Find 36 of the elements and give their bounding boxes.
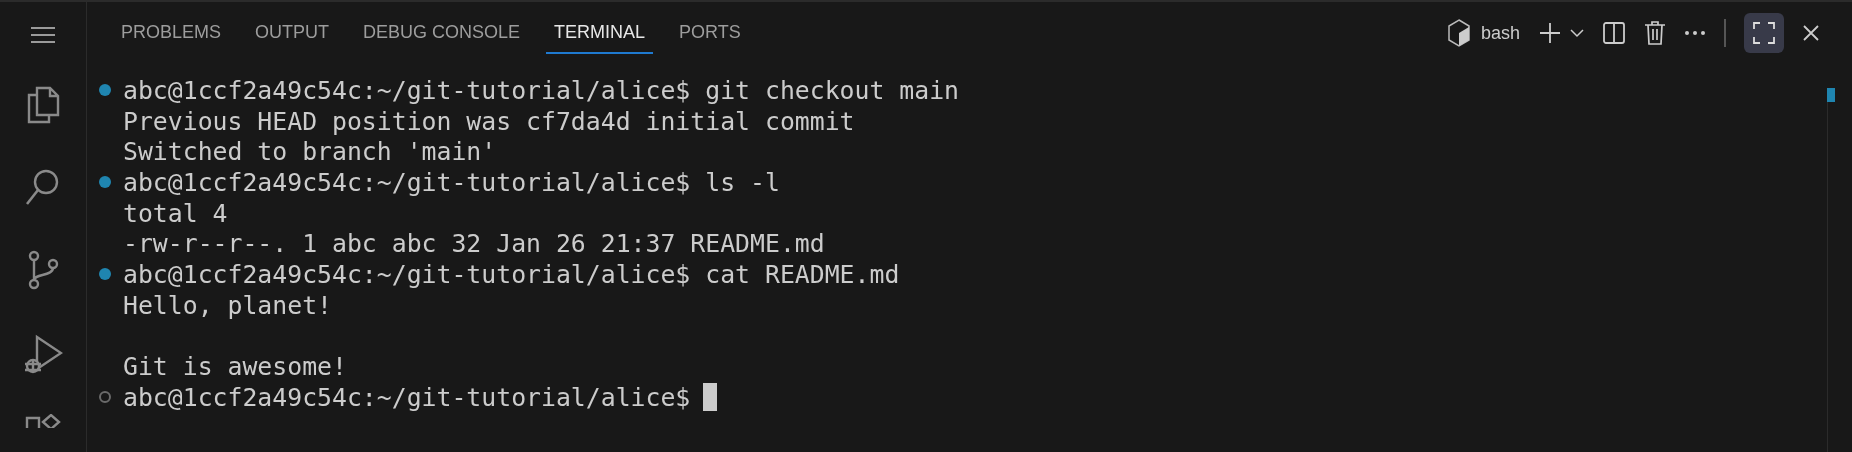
- panel-tab[interactable]: OUTPUT: [247, 12, 338, 54]
- scrollbar-marker: [1827, 88, 1835, 102]
- trash-icon[interactable]: [1644, 21, 1666, 45]
- prompt-line: abc@1ccf2a49c54c:~/git-tutorial/alice$: [123, 382, 691, 412]
- prompt-line: abc@1ccf2a49c54c:~/git-tutorial/alice$ ls -l: [123, 167, 780, 197]
- run-debug-icon[interactable]: [23, 334, 63, 374]
- split-icon[interactable]: [1602, 21, 1626, 45]
- output-line: -rw-r--r--. 1 abc abc 32 Jan 26 21:37 README.md: [123, 229, 825, 259]
- close-icon[interactable]: [1802, 24, 1820, 42]
- source-control-icon[interactable]: [26, 250, 60, 290]
- command-pending-circle[interactable]: [99, 391, 111, 404]
- panel-tab[interactable]: PROBLEMS: [113, 12, 230, 54]
- output-line: Switched to branch 'main': [123, 137, 497, 167]
- prompt-line: abc@1ccf2a49c54c:~/git-tutorial/alice$ cat README.md: [123, 259, 900, 289]
- maximize-panel-button[interactable]: [1744, 13, 1784, 53]
- output-line: Previous HEAD position was cf7da4d initial commit: [123, 106, 855, 136]
- terminal-shell-button[interactable]: bash: [1446, 19, 1520, 47]
- menu-icon[interactable]: [30, 26, 56, 44]
- command-success-dot[interactable]: [99, 268, 111, 281]
- output-line: Hello, planet!: [123, 290, 332, 320]
- panel-tab[interactable]: PORTS: [671, 12, 749, 54]
- plus-icon[interactable]: [1538, 21, 1562, 45]
- more-actions-icon[interactable]: [1684, 30, 1706, 36]
- terminal-cube-icon: [1446, 19, 1471, 47]
- panel-tab[interactable]: DEBUG CONSOLE: [355, 12, 529, 54]
- command-success-dot[interactable]: [99, 84, 111, 97]
- files-icon[interactable]: [26, 86, 60, 124]
- output-line: Git is awesome!: [123, 352, 347, 382]
- panel-tab[interactable]: TERMINAL: [546, 12, 654, 54]
- maximize-icon: [1752, 21, 1776, 45]
- chevron-down-icon[interactable]: [1570, 28, 1584, 38]
- search-icon[interactable]: [25, 168, 61, 206]
- output-line: total 4: [123, 198, 228, 228]
- command-success-dot[interactable]: [99, 176, 111, 189]
- extensions-icon[interactable]: [25, 414, 61, 428]
- prompt-line: abc@1ccf2a49c54c:~/git-tutorial/alice$ git checkout main: [123, 75, 960, 105]
